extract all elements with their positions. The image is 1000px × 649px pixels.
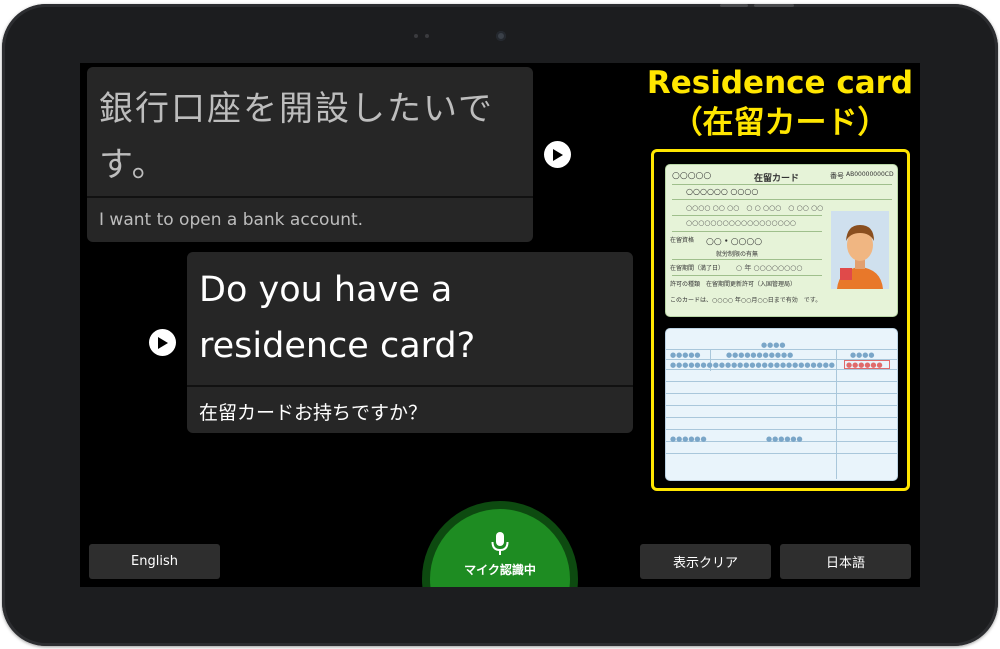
card-back-line <box>666 381 897 382</box>
card-back-line <box>666 369 897 370</box>
card-period: 在留期間（満了日） <box>670 265 725 272</box>
volume-button <box>754 4 794 7</box>
card-back-divider <box>836 349 837 479</box>
reference-title: Residence card （在留カード） <box>640 63 920 143</box>
card-permission: 許可の種類 在留期間更新許可（入国管理局） <box>670 281 797 288</box>
card-back-line <box>666 417 897 418</box>
card-number: AB00000000CD <box>846 171 894 178</box>
residence-card-back: ●●●● ●●●●● ●●●●●●●●●●● ●●●● ●●●●●●●●●●●●… <box>665 328 898 481</box>
card-back-line <box>666 429 897 430</box>
card-back-dots: ●●●●●● <box>766 435 803 443</box>
play-icon <box>158 336 168 349</box>
message-1-text: 銀行口座を開設したいです。 <box>99 89 494 185</box>
card-line <box>672 184 892 185</box>
message-bubble-1: 銀行口座を開設したいです。 I want to open a bank acco… <box>87 67 533 242</box>
card-back-dots: ●●●●●●●●●●● <box>726 351 794 359</box>
card-heading: 在留カード <box>754 174 800 184</box>
japanese-language-button[interactable]: 日本語 <box>780 544 911 579</box>
message-bubble-2: Do you have a residence card? 在留カードお持ちです… <box>187 252 633 433</box>
camera-icon <box>496 31 506 41</box>
card-circles: ○○○○○ <box>672 171 712 181</box>
card-dots: ○ 年 ○○○○○○○○ <box>736 264 803 272</box>
mic-status-label: マイク認識中 <box>464 563 536 577</box>
english-language-button[interactable]: English <box>89 544 220 579</box>
card-back-dots: ●●●●●● <box>846 361 883 369</box>
microphone-icon <box>491 532 509 555</box>
card-back-line <box>666 349 897 350</box>
card-line <box>672 275 822 276</box>
card-status-value: ○○・○○○○ <box>706 237 763 247</box>
card-work: 就労制限の有無 <box>716 251 759 258</box>
card-dots: ○○○○○○○○○○○○○○○○○○ <box>686 219 796 227</box>
power-button <box>720 4 748 7</box>
app-screen: 銀行口座を開設したいです。 I want to open a bank acco… <box>80 63 920 587</box>
card-line <box>672 215 822 216</box>
clear-display-button[interactable]: 表示クリア <box>640 544 771 579</box>
card-line <box>672 231 822 232</box>
card-line <box>672 199 892 200</box>
card-back-line <box>666 405 897 406</box>
play-message-2-button[interactable] <box>149 329 176 356</box>
card-back-dots: ●●●●● <box>670 351 701 359</box>
sensor-dot <box>425 34 429 38</box>
card-name-row: ○○○○○○ ○○○○ <box>686 187 759 196</box>
play-icon <box>553 148 563 161</box>
sensor-dot <box>414 34 418 38</box>
card-status-label: 在留資格 <box>670 237 695 244</box>
play-message-1-button[interactable] <box>544 141 571 168</box>
card-validity: このカードは、○○○○ 年○○月○○日まで有効 です。 <box>670 297 822 304</box>
card-stamp <box>840 268 852 280</box>
card-back-dots: ●●●● <box>850 351 875 359</box>
card-back-line <box>666 393 897 394</box>
card-dots: ○○○○ ○○ ○○ ○ ○ ○○○ ○ ○○ ○○ <box>686 204 824 212</box>
card-back-dots: ●●●●●● <box>670 435 707 443</box>
reference-title-line-1: Residence card <box>646 65 914 101</box>
message-2-translation: 在留カードお持ちですか？ <box>199 402 428 424</box>
card-back-dots: ●●●●●●●●●●●●●●●●●●●●●●●●●●● <box>670 361 835 369</box>
reference-title-line-2: （在留カード） <box>671 105 889 141</box>
card-line <box>672 259 822 260</box>
residence-card-image: ○○○○○ 在留カード 番号 AB00000000CD ○○○○○○ ○○○○ … <box>651 149 910 491</box>
card-back-dots: ●●●● <box>761 341 786 349</box>
card-back-line <box>666 453 897 454</box>
card-number-label: 番号 <box>830 172 844 180</box>
residence-card-front: ○○○○○ 在留カード 番号 AB00000000CD ○○○○○○ ○○○○ … <box>665 164 898 317</box>
message-2-text: Do you have a residence card? <box>199 270 476 366</box>
message-1-translation: I want to open a bank account. <box>99 210 364 230</box>
